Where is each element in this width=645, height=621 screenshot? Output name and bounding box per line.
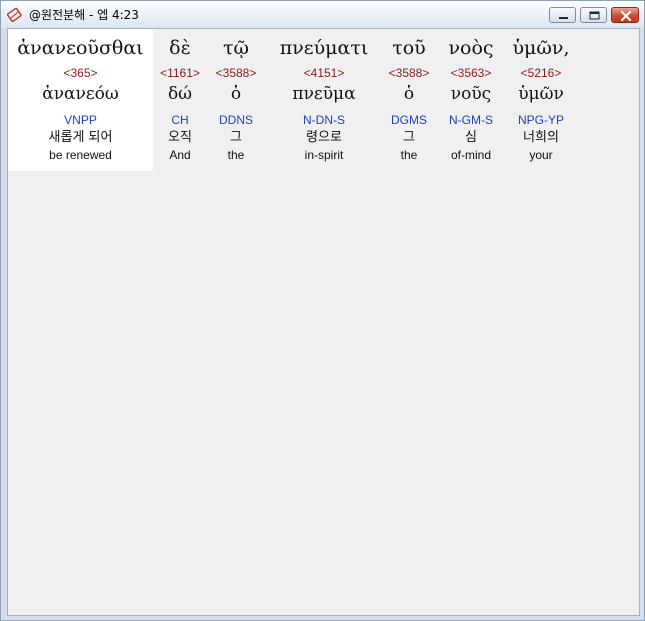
window-title: @원전분해 - 엡 4:23: [29, 8, 139, 22]
greek-word: τῷ: [222, 37, 249, 59]
app-window: @원전분해 - 엡 4:23 ἀνανεοῦσθαι <365> ἀνανεόω…: [0, 0, 645, 621]
strong-number[interactable]: <365>: [63, 65, 97, 81]
strong-number[interactable]: <5216>: [521, 65, 562, 81]
minimize-button[interactable]: [549, 7, 576, 23]
close-icon: [620, 10, 632, 22]
lemma: πνεῦμα: [292, 84, 356, 104]
title-bar[interactable]: @원전분해 - 엡 4:23: [1, 1, 644, 28]
parsing-code: CH: [171, 113, 189, 127]
strong-number[interactable]: <3588>: [216, 65, 257, 81]
greek-word: ὑμῶν,: [512, 37, 570, 59]
greek-word: τοῦ: [392, 37, 426, 59]
lemma: ὑμῶν: [518, 84, 564, 104]
strong-number[interactable]: <3588>: [389, 65, 430, 81]
strong-number[interactable]: <1161>: [160, 65, 200, 81]
korean-gloss: 그: [403, 130, 415, 145]
parsing-code: DDNS: [218, 113, 253, 127]
greek-word: ἀνανεοῦσθαι: [17, 37, 144, 59]
parsing-code: DGMS: [391, 113, 427, 127]
strong-number[interactable]: <3563>: [451, 65, 492, 81]
korean-gloss: 오직: [168, 130, 192, 145]
scroll-icon: [6, 7, 23, 23]
korean-gloss: 심: [465, 130, 477, 145]
lemma: δώ: [167, 84, 193, 104]
english-gloss: your: [529, 148, 553, 162]
parsing-code: N-GM-S: [449, 113, 493, 127]
word-column-4[interactable]: πνεύματι <4151> πνεῦμα N-DN-S 령으로 in-spi…: [266, 29, 382, 163]
word-column-1[interactable]: ἀνανεοῦσθαι <365> ἀνανεόω VNPP 새롭게 되어 be…: [8, 29, 153, 163]
close-button[interactable]: [611, 7, 639, 23]
korean-gloss: 새롭게 되어: [48, 130, 113, 145]
minimize-icon: [559, 17, 568, 19]
korean-gloss: 그: [230, 130, 242, 145]
greek-word: πνεύματι: [279, 37, 369, 59]
korean-gloss: 령으로: [306, 130, 342, 145]
greek-word: νοὸς: [448, 37, 494, 59]
maximize-icon: [589, 11, 600, 20]
lemma: ὁ: [403, 84, 415, 104]
word-column-5[interactable]: τοῦ <3588> ὁ DGMS 그 the: [382, 29, 436, 163]
strong-number[interactable]: <4151>: [304, 65, 345, 81]
lemma: ἀνανεόω: [42, 84, 119, 104]
parsing-code: N-DN-S: [303, 113, 345, 127]
english-gloss: the: [227, 148, 245, 162]
korean-gloss: 너희의: [523, 130, 559, 145]
parsing-code: NPG-YP: [517, 113, 564, 127]
lemma: ὁ: [230, 84, 242, 104]
lemma: νοῦς: [450, 84, 492, 104]
word-column-7[interactable]: ὑμῶν, <5216> ὑμῶν NPG-YP 너희의 your: [504, 29, 578, 163]
maximize-button[interactable]: [580, 7, 607, 23]
english-gloss: be renewed: [49, 148, 112, 162]
word-column-3[interactable]: τῷ <3588> ὁ DDNS 그 the: [209, 29, 263, 163]
word-column-6[interactable]: νοὸς <3563> νοῦς N-GM-S 심 of-mind: [440, 29, 502, 163]
english-gloss: And: [169, 148, 191, 162]
greek-word: δὲ: [169, 37, 191, 59]
word-column-2[interactable]: δὲ <1161> δώ CH 오직 And: [154, 29, 206, 163]
english-gloss: in-spirit: [304, 148, 344, 162]
english-gloss: the: [400, 148, 418, 162]
english-gloss: of-mind: [450, 148, 491, 162]
interlinear-panel: ἀνανεοῦσθαι <365> ἀνανεόω VNPP 새롭게 되어 be…: [7, 28, 640, 616]
parsing-code: VNPP: [64, 113, 97, 127]
